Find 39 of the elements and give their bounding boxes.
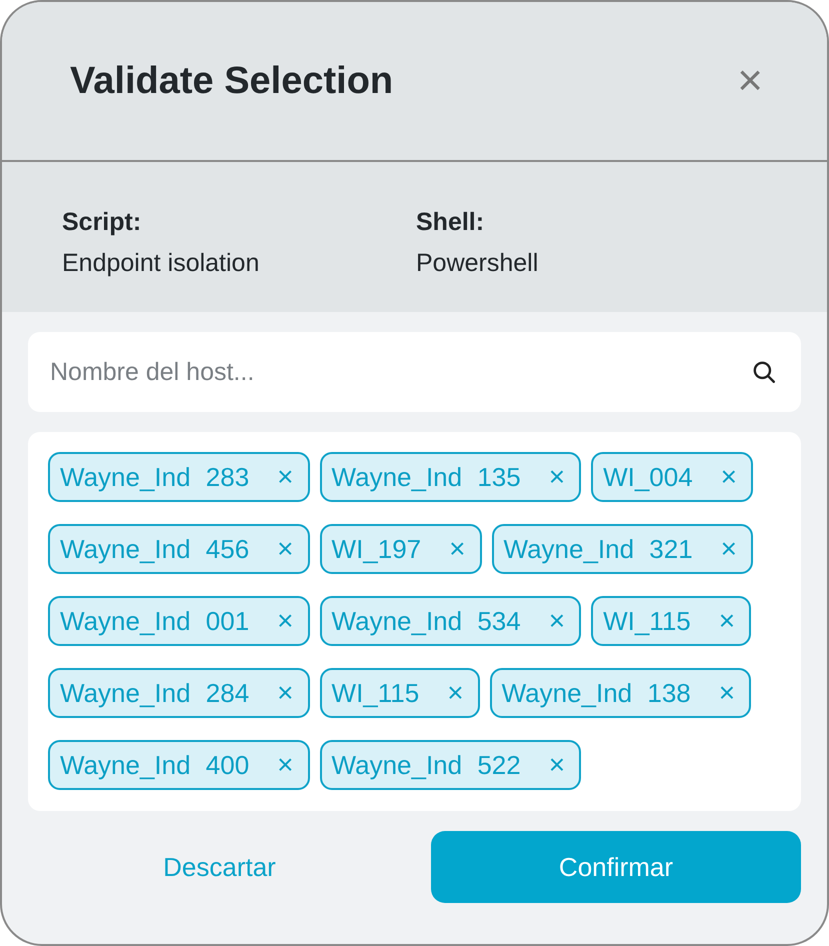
tag-label: Wayne_Ind 138 <box>502 678 691 708</box>
info-label: Shell: <box>416 208 486 237</box>
tag-label: Wayne_Ind 522 <box>332 750 521 780</box>
info-label: Script: <box>62 208 142 237</box>
confirm-button[interactable]: Confirmar <box>431 831 801 903</box>
tag-label: Wayne_Ind 400 <box>60 750 250 780</box>
tag-label: Wayne_Ind 321 <box>504 534 693 564</box>
tag-label: Wayne_Ind 135 <box>332 462 521 492</box>
remove-button[interactable]: × <box>720 461 738 493</box>
remove-button[interactable]: × <box>718 677 736 709</box>
tag-label: WI_115 <box>603 606 691 636</box>
tag-label: WI_115 <box>332 678 420 708</box>
remove-button[interactable]: × <box>449 533 466 565</box>
search-field[interactable]: Nombre del host... <box>48 356 751 388</box>
tag-label: Wayne_Ind 283 <box>60 462 250 492</box>
tag-label: Wayne_Ind 456 <box>60 534 250 564</box>
remove-button[interactable]: × <box>277 749 294 781</box>
remove-button[interactable]: × <box>447 677 464 709</box>
search-bar[interactable]: Nombre del host... <box>28 332 801 412</box>
remove-button[interactable]: × <box>718 605 736 637</box>
search-icon <box>751 359 777 385</box>
remove-button[interactable]: × <box>277 677 294 709</box>
discard-button[interactable]: Descartar <box>147 831 292 903</box>
remove-button[interactable]: × <box>720 533 738 565</box>
remove-button[interactable]: × <box>277 533 294 565</box>
tag-label: WI_197 <box>332 534 422 564</box>
info-value: Endpoint isolation <box>62 249 260 278</box>
remove-button[interactable]: × <box>277 461 294 493</box>
tag-label: Wayne_Ind 534 <box>332 606 521 636</box>
close-button[interactable]: × <box>729 59 771 103</box>
info-value: Powershell <box>416 249 540 278</box>
remove-button[interactable]: × <box>277 605 294 637</box>
tag-label: Wayne_Ind 284 <box>60 678 250 708</box>
remove-button[interactable]: × <box>548 605 566 637</box>
tag-label: Wayne_Ind 001 <box>60 606 250 636</box>
remove-button[interactable]: × <box>548 461 566 493</box>
dialog-title: Validate Selection <box>70 60 394 102</box>
remove-button[interactable]: × <box>548 749 566 781</box>
tag-label: WI_004 <box>603 462 693 492</box>
